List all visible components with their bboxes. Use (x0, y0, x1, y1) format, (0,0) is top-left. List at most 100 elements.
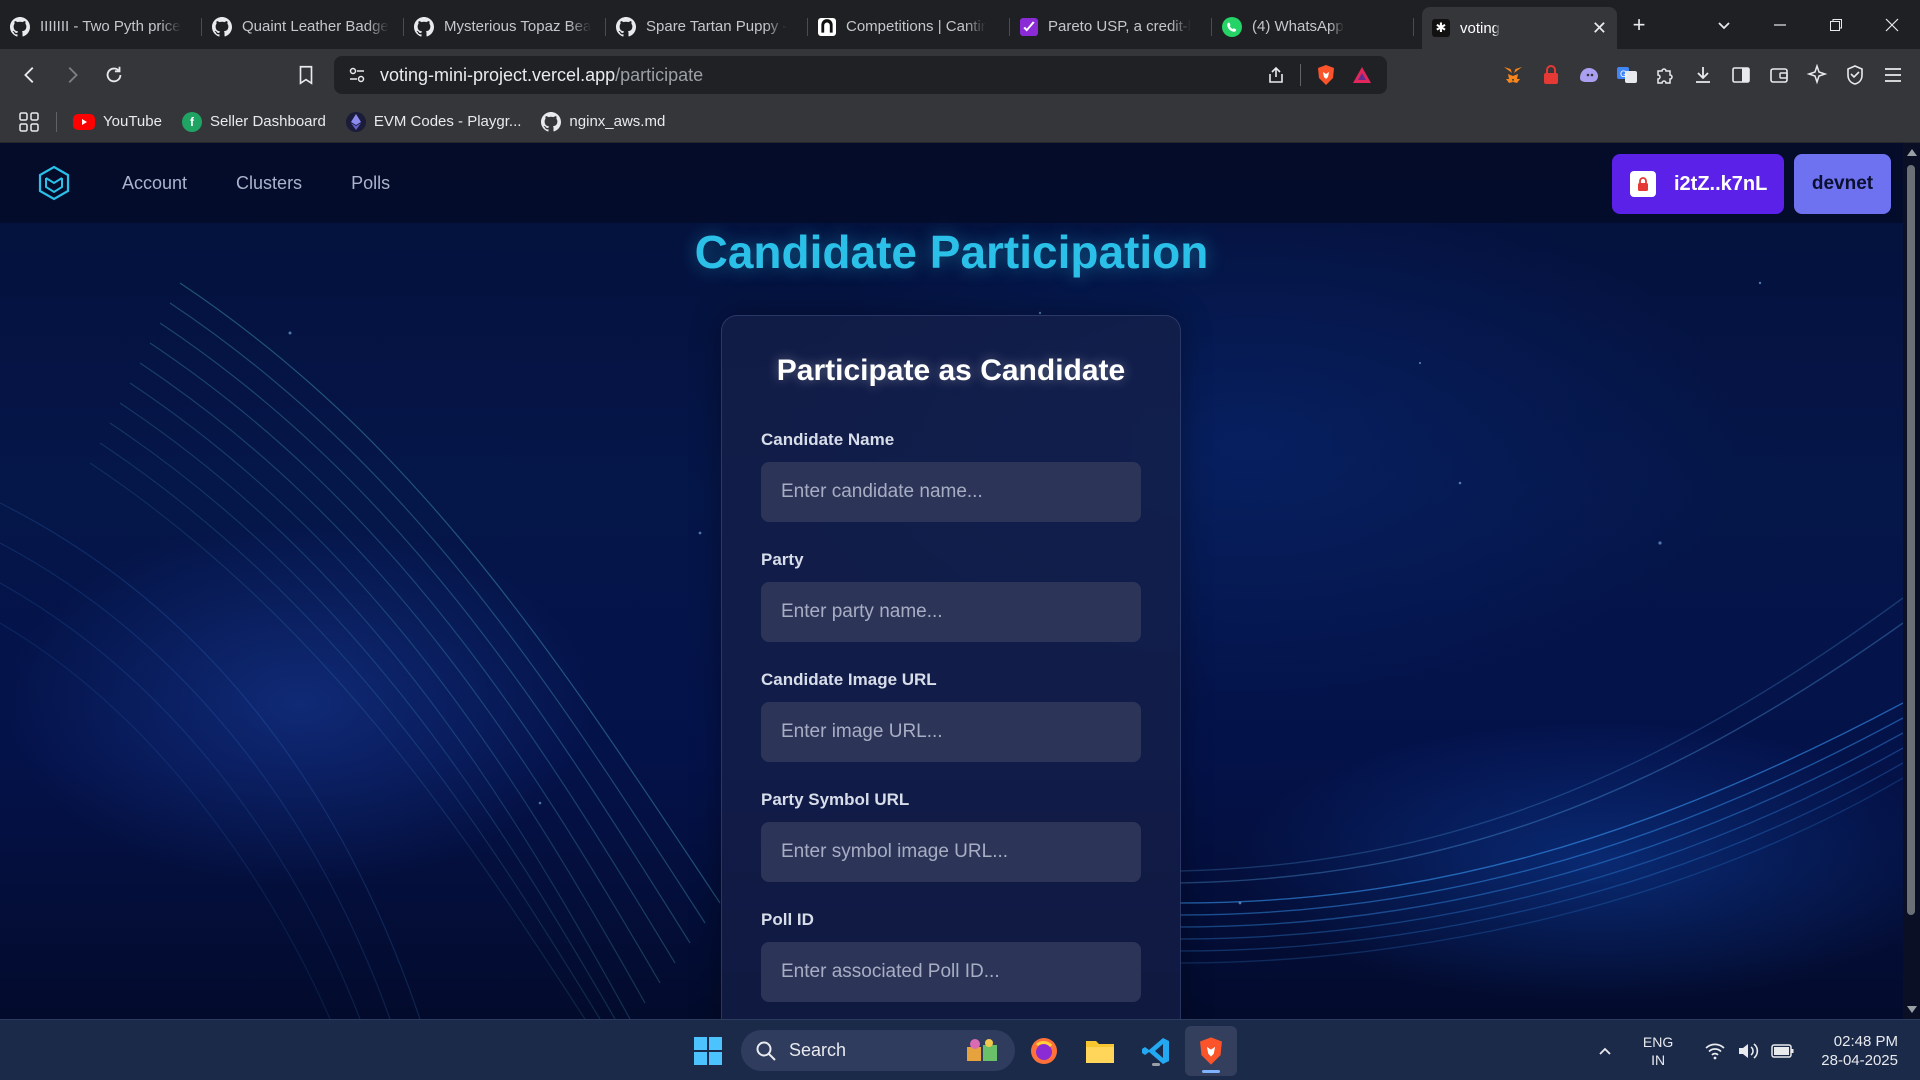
bookmark-label: Seller Dashboard (209, 113, 326, 130)
back-icon[interactable] (12, 57, 48, 93)
forward-icon[interactable] (54, 57, 90, 93)
brave-rewards-icon[interactable] (1351, 64, 1373, 86)
vercel-app-icon: ✱ (1432, 19, 1450, 37)
wallet-lock-icon (1630, 171, 1656, 197)
candidate-image-url-label: Candidate Image URL (761, 670, 937, 689)
file-explorer-icon[interactable] (1082, 1033, 1118, 1069)
whatsapp-icon (1222, 16, 1242, 37)
system-clock[interactable]: 02:48 PM 28-04-2025 (1821, 1032, 1898, 1070)
vscode-icon[interactable] (1138, 1033, 1174, 1069)
brave-shields-icon[interactable] (1315, 64, 1337, 86)
translate-icon[interactable]: G (1614, 62, 1640, 88)
url-host: voting-mini-project.vercel.app (380, 64, 616, 85)
bookmark-seller-dashboard[interactable]: f Seller Dashboard (181, 111, 326, 132)
browser-tab[interactable]: Mysterious Topaz Bea (404, 9, 606, 45)
tab-title: Competitions | Cantir (846, 18, 986, 35)
clock-time: 02:48 PM (1833, 1032, 1898, 1050)
wifi-icon[interactable] (1705, 1042, 1725, 1060)
windows-taskbar: Search ENG IN 02:48 PM 28-04-2025 (0, 1019, 1920, 1080)
bookmark-icon[interactable] (288, 57, 324, 93)
nav-link-clusters[interactable]: Clusters (236, 173, 302, 194)
browser-toolbar: voting-mini-project.vercel.app/participa… (0, 49, 1920, 101)
bookmark-label: nginx_aws.md (569, 113, 666, 130)
browser-tab[interactable]: (4) WhatsApp (1212, 9, 1414, 45)
pareto-icon (1020, 17, 1038, 36)
party-symbol-url-input[interactable] (761, 822, 1141, 882)
party-label: Party (761, 550, 804, 569)
menu-icon[interactable] (1880, 62, 1906, 88)
browser-tab[interactable]: Spare Tartan Puppy - (606, 9, 808, 45)
bookmark-youtube[interactable]: YouTube (73, 113, 162, 130)
bookmark-nginx-aws[interactable]: nginx_aws.md (541, 111, 666, 132)
taskbar-search[interactable]: Search (741, 1030, 1015, 1071)
vpn-shield-icon[interactable] (1842, 62, 1868, 88)
system-tray: ENG IN 02:48 PM 28-04-2025 (1591, 1020, 1920, 1080)
brave-wallet-icon[interactable] (1766, 62, 1792, 88)
github-icon (414, 16, 434, 37)
address-bar[interactable]: voting-mini-project.vercel.app/participa… (334, 56, 1387, 94)
site-info-icon[interactable] (348, 66, 366, 84)
ethereum-icon (345, 111, 366, 132)
metamask-icon[interactable] (1500, 62, 1526, 88)
brave-browser-icon[interactable] (1185, 1026, 1237, 1076)
tab-search-icon[interactable] (1696, 0, 1752, 49)
share-icon[interactable] (1266, 65, 1286, 85)
search-icon (756, 1041, 776, 1061)
browser-tab[interactable]: Competitions | Cantir (808, 9, 1010, 45)
show-hidden-icons-icon[interactable] (1597, 1043, 1613, 1059)
github-icon (10, 16, 30, 37)
tab-title: IIIIIII - Two Pyth price (40, 18, 181, 35)
page-scrollbar[interactable] (1903, 143, 1920, 1019)
bookmark-label: EVM Codes - Playgr... (373, 113, 522, 130)
close-tab-icon[interactable]: ✕ (1592, 18, 1607, 39)
wallet-button[interactable]: i2tZ..k7nL (1612, 154, 1784, 214)
poll-id-input[interactable] (761, 942, 1141, 1002)
scrollbar-thumb[interactable] (1907, 165, 1915, 915)
tab-title: (4) WhatsApp (1252, 18, 1344, 35)
scroll-down-icon[interactable] (1907, 1006, 1917, 1013)
reload-icon[interactable] (96, 57, 132, 93)
windows-start-icon[interactable] (693, 1036, 723, 1066)
extensions-row: G (1500, 49, 1906, 101)
candidate-name-label: Candidate Name (761, 430, 895, 449)
battery-icon[interactable] (1771, 1043, 1795, 1059)
party-input[interactable] (761, 582, 1141, 642)
phantom-icon[interactable] (1576, 62, 1602, 88)
language-code: ENG (1642, 1033, 1674, 1050)
cluster-select-button[interactable]: devnet (1794, 154, 1891, 214)
sidebar-icon[interactable] (1728, 62, 1754, 88)
firefox-icon[interactable] (1026, 1033, 1062, 1069)
language-indicator[interactable]: ENG IN (1643, 1033, 1673, 1069)
browser-tab[interactable]: Pareto USP, a credit-l (1010, 9, 1212, 45)
app-logo-icon[interactable] (36, 165, 72, 201)
tab-title: Spare Tartan Puppy - (646, 18, 788, 35)
restore-icon[interactable] (1808, 0, 1864, 49)
browser-tab[interactable]: Quaint Leather Badge (202, 9, 404, 45)
form-heading: Participate as Candidate (776, 354, 1126, 387)
candidate-name-input[interactable] (761, 462, 1141, 522)
apps-grid-icon[interactable] (18, 111, 40, 133)
seller-dashboard-icon: f (181, 111, 202, 132)
close-window-icon[interactable] (1864, 0, 1920, 49)
poll-id-label: Poll ID (761, 910, 814, 929)
volume-icon[interactable] (1737, 1042, 1759, 1060)
candidate-image-url-input[interactable] (761, 702, 1141, 762)
extensions-puzzle-icon[interactable] (1652, 62, 1678, 88)
download-icon[interactable] (1690, 62, 1716, 88)
browser-tab[interactable]: IIIIIII - Two Pyth price (0, 9, 202, 45)
scroll-up-icon[interactable] (1907, 149, 1917, 156)
nav-link-polls[interactable]: Polls (351, 173, 390, 194)
app-nav-links: Account Clusters Polls (122, 173, 390, 194)
wallet-address: i2tZ..k7nL (1674, 172, 1768, 195)
nav-link-account[interactable]: Account (122, 173, 187, 194)
minimize-icon[interactable] (1752, 0, 1808, 49)
active-tab[interactable]: ✱ voting ✕ (1422, 7, 1617, 49)
svg-text:G: G (1620, 69, 1627, 79)
new-tab-button[interactable]: + (1617, 7, 1661, 43)
tab-title: voting (1460, 19, 1501, 37)
bookmark-evm-codes[interactable]: EVM Codes - Playgr... (345, 111, 522, 132)
bookmarks-bar: YouTube f Seller Dashboard EVM Codes - P… (0, 101, 1920, 143)
wallet-lock-icon[interactable] (1538, 62, 1564, 88)
leo-ai-icon[interactable] (1804, 62, 1830, 88)
search-highlight-icon (963, 1037, 1003, 1065)
